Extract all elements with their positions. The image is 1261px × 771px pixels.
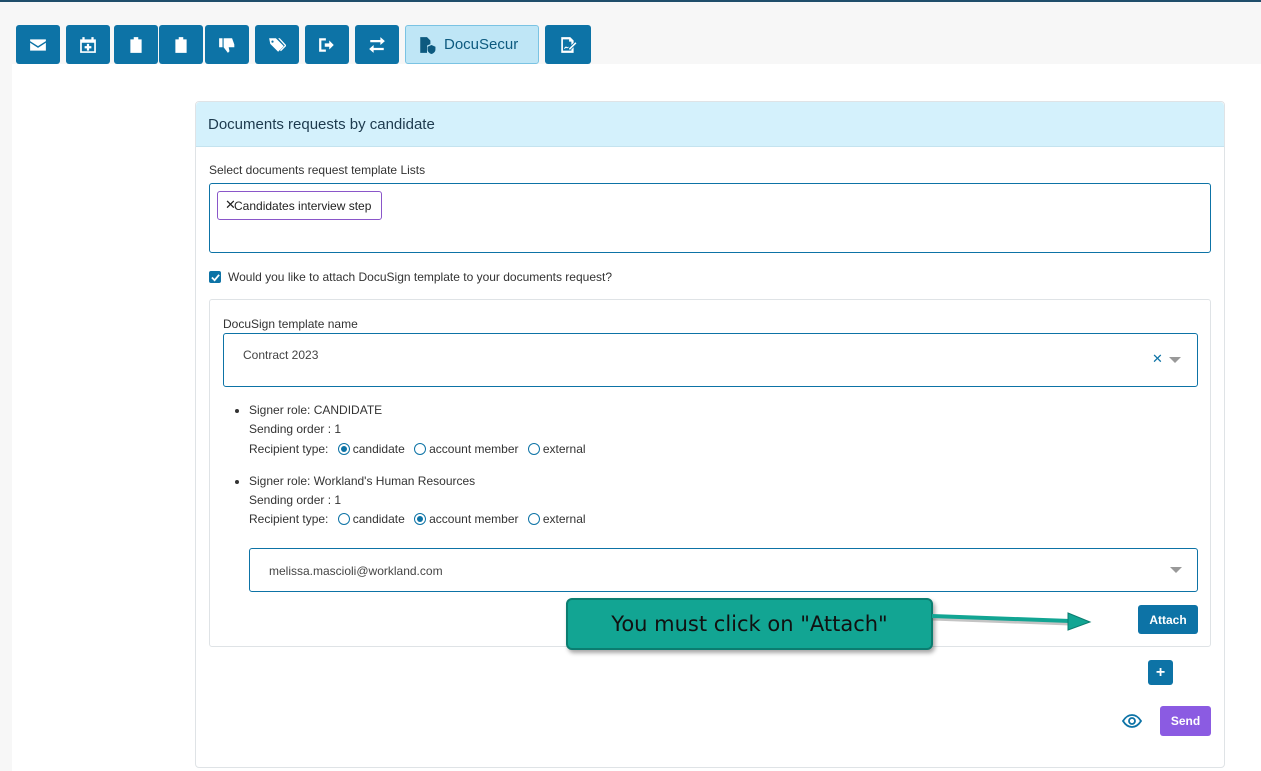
attach-docusign-label: Would you like to attach DocuSign templa… xyxy=(228,270,612,284)
callout-text: You must click on "Attach" xyxy=(611,612,888,636)
clear-icon[interactable]: ✕ xyxy=(1152,351,1163,367)
instruction-callout: You must click on "Attach" xyxy=(566,598,933,650)
docusecur-label: DocuSecur xyxy=(444,36,519,53)
radio-account-member[interactable] xyxy=(414,513,427,525)
file-shield-icon xyxy=(420,36,436,54)
attach-button[interactable]: Attach xyxy=(1138,605,1198,634)
template-name-select[interactable]: Contract 2023 ✕ xyxy=(223,333,1198,387)
chevron-down-icon[interactable] xyxy=(1170,567,1182,573)
chevron-down-icon[interactable] xyxy=(1169,357,1181,363)
tags-icon xyxy=(269,37,286,52)
add-button[interactable]: + xyxy=(1148,660,1173,685)
sending-order: Sending order : 1 xyxy=(249,493,342,507)
radio-account-member[interactable] xyxy=(414,443,427,455)
account-member-value: melissa.mascioli@workland.com xyxy=(269,564,443,578)
signature-button[interactable] xyxy=(545,25,591,64)
template-name-value: Contract 2023 xyxy=(243,348,319,362)
recipient-type-row: Recipient type: candidate account member… xyxy=(249,442,586,456)
calendar-plus-icon xyxy=(80,36,96,53)
schedule-button[interactable] xyxy=(66,25,110,64)
radio-candidate-label: candidate xyxy=(352,512,405,526)
sign-out-button[interactable] xyxy=(305,25,349,64)
check-icon xyxy=(210,273,220,282)
account-member-select[interactable]: melissa.mascioli@workland.com xyxy=(249,548,1198,592)
template-chip: ✕ Candidates interview step xyxy=(217,191,383,220)
docusign-panel: DocuSign template name Contract 2023 ✕ S… xyxy=(209,299,1211,647)
radio-external[interactable] xyxy=(527,513,540,525)
sign-out-icon xyxy=(319,37,334,52)
clipboard-check-icon xyxy=(130,36,142,53)
template-multiselect[interactable]: ✕ Candidates interview step xyxy=(209,183,1211,253)
transfer-button[interactable] xyxy=(355,25,399,64)
signer-bullet xyxy=(235,409,239,413)
checklist-button[interactable] xyxy=(114,25,158,64)
tags-button[interactable] xyxy=(255,25,299,64)
radio-external[interactable] xyxy=(527,443,540,455)
radio-external-label: external xyxy=(542,512,586,526)
radio-account-member-label: account member xyxy=(429,512,519,526)
template-chip-label: Candidates interview step xyxy=(234,198,372,213)
send-button[interactable]: Send xyxy=(1160,706,1211,736)
left-gutter xyxy=(0,64,12,771)
radio-candidate[interactable] xyxy=(337,513,350,525)
clipboard-question-icon xyxy=(175,36,187,53)
recipient-type-label: Recipient type: xyxy=(249,442,329,456)
thumbs-down-icon xyxy=(219,37,235,53)
radio-candidate[interactable] xyxy=(337,443,350,455)
card-title: Documents requests by candidate xyxy=(208,115,435,133)
signature-icon xyxy=(561,36,577,53)
radio-account-member-label: account member xyxy=(429,442,519,456)
attach-docusign-checkbox[interactable] xyxy=(209,271,221,283)
exchange-icon xyxy=(369,36,385,53)
signer-bullet xyxy=(235,480,239,484)
signer-role: Signer role: CANDIDATE xyxy=(249,403,383,417)
radio-external-label: external xyxy=(542,442,586,456)
card-header: Documents requests by candidate xyxy=(196,102,1224,147)
email-button[interactable] xyxy=(16,25,60,64)
reject-button[interactable] xyxy=(205,25,249,64)
arrow-icon xyxy=(931,612,1092,631)
recipient-type-row: Recipient type: candidate account member… xyxy=(249,512,586,526)
recipient-type-label: Recipient type: xyxy=(249,512,329,526)
sending-order: Sending order : 1 xyxy=(249,422,342,436)
questionnaire-button[interactable] xyxy=(159,25,203,64)
signer-role: Signer role: Workland's Human Resources xyxy=(249,474,476,488)
remove-chip-icon[interactable]: ✕ xyxy=(225,197,236,213)
radio-candidate-label: candidate xyxy=(352,442,405,456)
envelope-icon xyxy=(30,38,46,51)
documents-request-card: Documents requests by candidate Select d… xyxy=(195,101,1225,768)
docusecur-button[interactable]: DocuSecur xyxy=(405,25,539,64)
template-name-label: DocuSign template name xyxy=(223,317,358,331)
eye-icon[interactable] xyxy=(1122,712,1142,730)
template-list-label: Select documents request template Lists xyxy=(209,163,426,177)
